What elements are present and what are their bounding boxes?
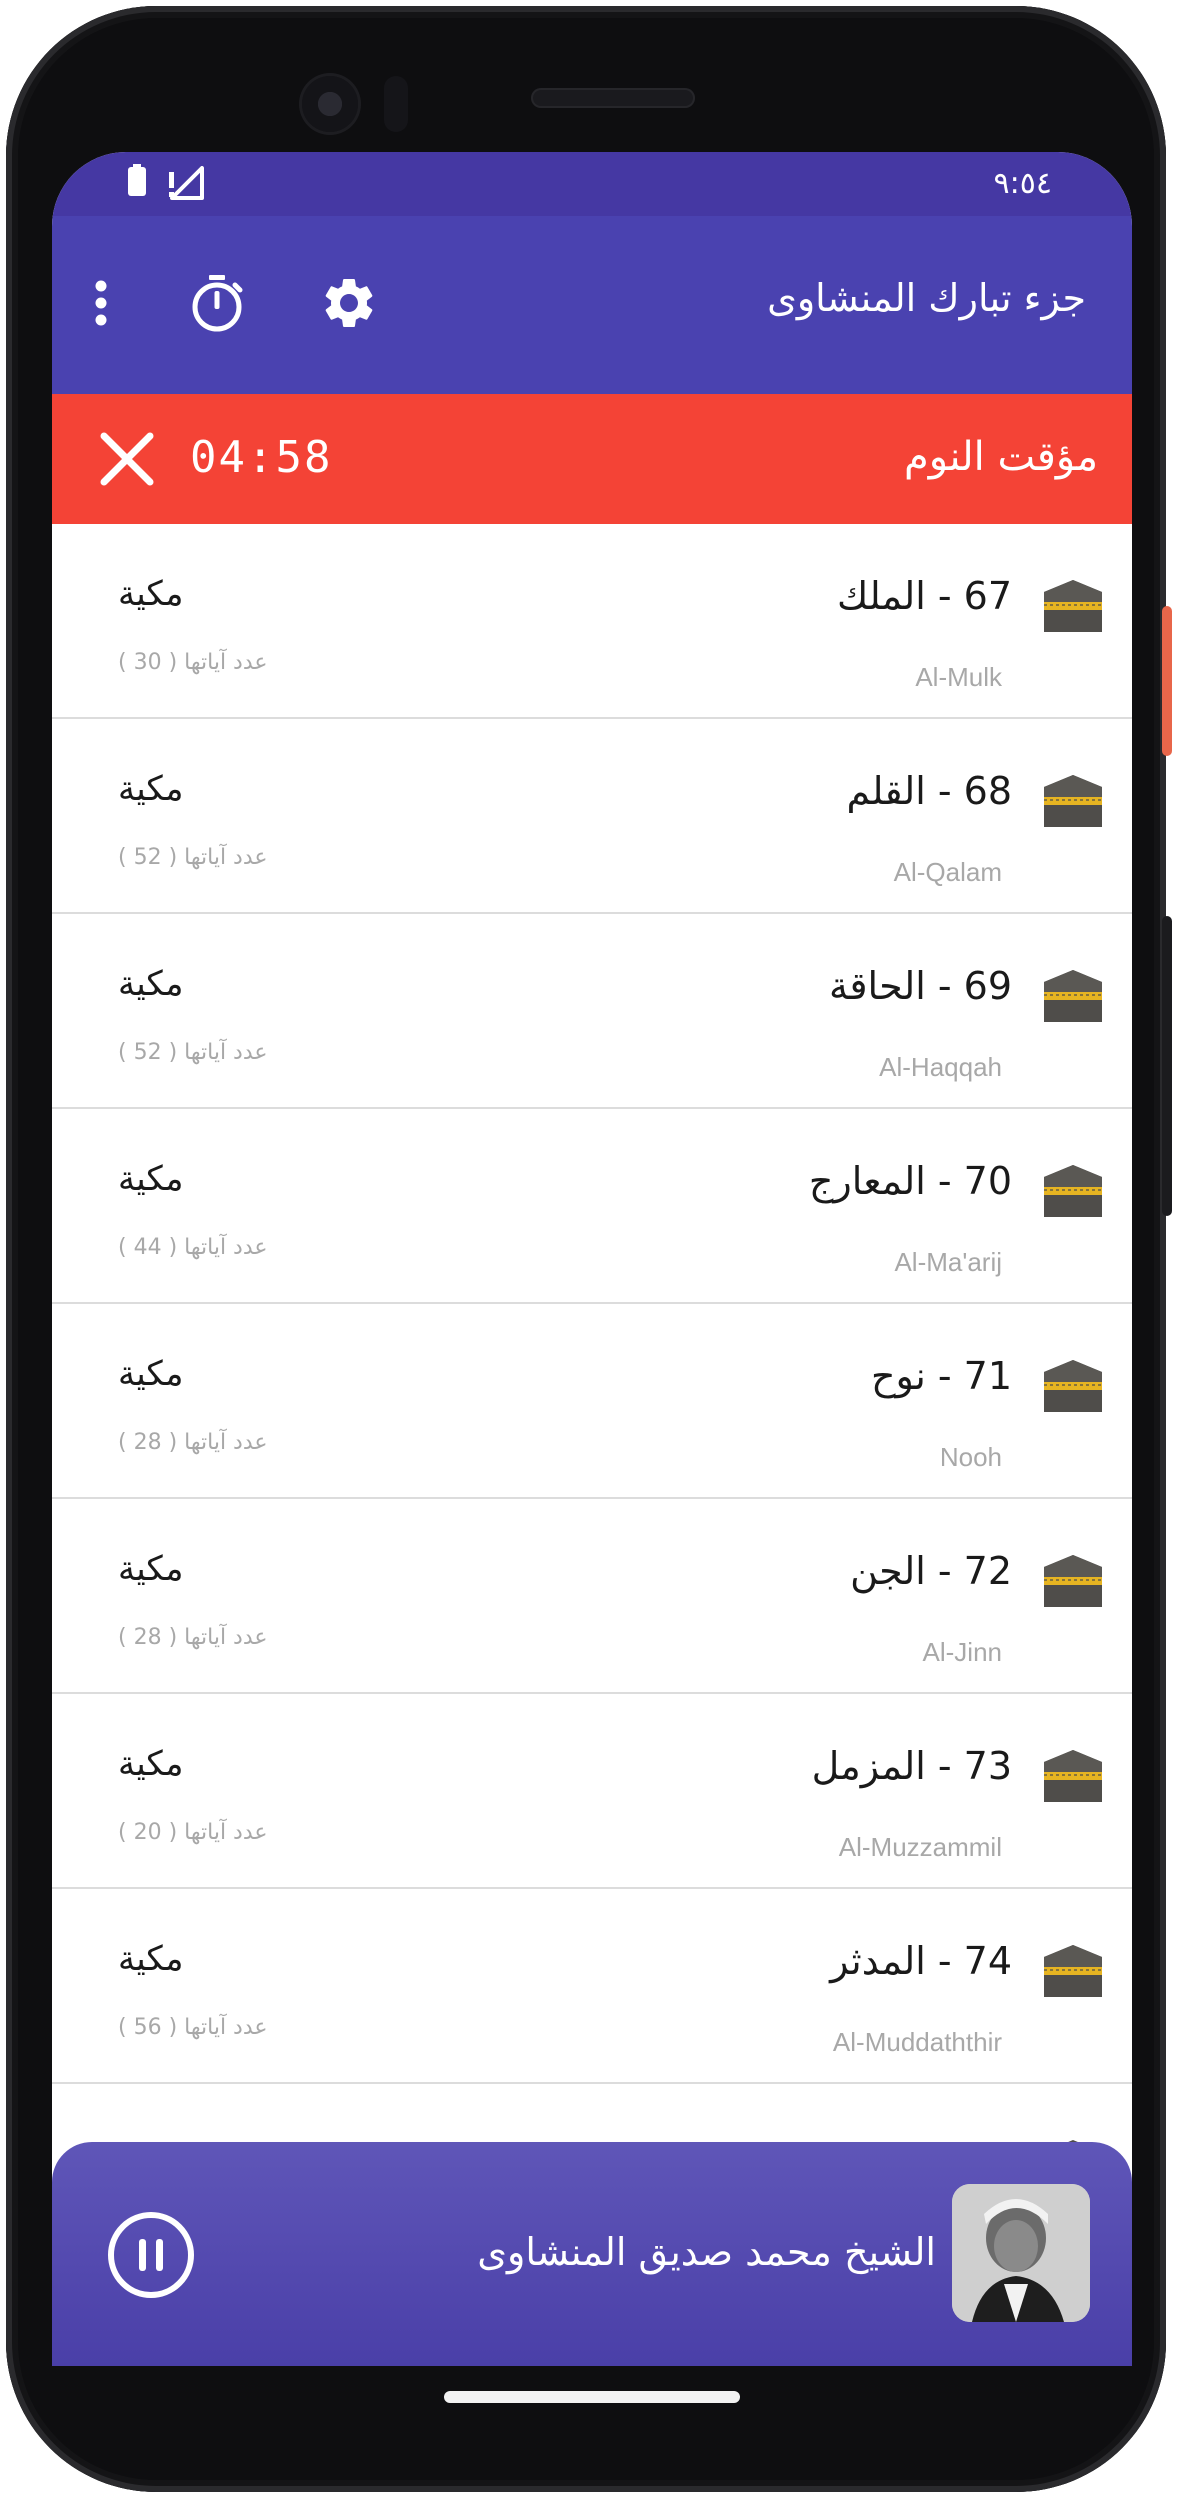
sleep-timer-countdown: 04:58	[190, 432, 333, 483]
app-screen: ٩:٥٤ جزء تبارك المنشاوى 04:58 مؤقت النوم…	[52, 152, 1132, 2366]
proximity-sensor	[384, 76, 408, 132]
reciter-name: الشيخ محمد صديق المنشاوى	[477, 2230, 936, 2274]
surah-ayat-count: عدد آياتها ( 28 )	[118, 1625, 268, 1650]
surah-name: 69 - الحاقة	[828, 964, 1012, 1008]
surah-ayat-count: عدد آياتها ( 52 )	[118, 845, 268, 870]
surah-name: 70 - المعارج	[808, 1159, 1012, 1203]
surah-ayat-count: عدد آياتها ( 56 )	[118, 2015, 268, 2040]
surah-type: مكية	[118, 964, 184, 1004]
audio-player-bar: الشيخ محمد صديق المنشاوى	[52, 2142, 1132, 2366]
surah-name: 74 - المدثر	[830, 1939, 1012, 1983]
surah-english-name: Nooh	[939, 1442, 1002, 1472]
surah-type: مكية	[118, 1159, 184, 1199]
kaaba-icon	[1044, 580, 1102, 632]
no-signal-icon	[169, 166, 204, 200]
timer-icon[interactable]	[180, 266, 254, 340]
surah-ayat-count: عدد آياتها ( 30 )	[118, 650, 268, 675]
reciter-avatar	[952, 2184, 1090, 2322]
surah-name: 72 - الجن	[850, 1549, 1012, 1593]
surah-type: مكية	[118, 1354, 184, 1394]
home-indicator[interactable]	[444, 2391, 740, 2403]
kaaba-icon	[1044, 1555, 1102, 1607]
surah-english-name: Al-Qalam	[893, 857, 1002, 887]
surah-name: 68 - القلم	[846, 769, 1012, 813]
sleep-timer-bar: 04:58 مؤقت النوم	[52, 394, 1132, 524]
battery-icon	[128, 164, 146, 196]
surah-english-name: Al-Haqqah	[879, 1052, 1002, 1082]
surah-ayat-count: عدد آياتها ( 52 )	[118, 1040, 268, 1065]
surah-english-name: Al-Muzzammil	[838, 1832, 1002, 1862]
kaaba-icon	[1044, 1945, 1102, 1997]
surah-ayat-count: عدد آياتها ( 28 )	[118, 1430, 268, 1455]
surah-row[interactable]: 68 - القلم Al-Qalam مكية عدد آياتها ( 52…	[52, 719, 1132, 914]
surah-row[interactable]: 74 - المدثر Al-Muddaththir مكية عدد آيات…	[52, 1889, 1132, 2084]
kaaba-icon	[1044, 1165, 1102, 1217]
surah-english-name: Al-Ma'arij	[894, 1247, 1002, 1277]
surah-ayat-count: عدد آياتها ( 20 )	[118, 1820, 268, 1845]
surah-english-name: Al-Mulk	[915, 662, 1002, 692]
gear-icon[interactable]	[312, 266, 386, 340]
page-title: جزء تبارك المنشاوى	[767, 276, 1086, 320]
surah-type: مكية	[118, 1939, 184, 1979]
kaaba-icon	[1044, 970, 1102, 1022]
surah-english-name: Al-Jinn	[922, 1637, 1002, 1667]
surah-type: مكية	[118, 574, 184, 614]
surah-row[interactable]: 67 - الملك Al-Mulk مكية عدد آياتها ( 30 …	[52, 524, 1132, 719]
surah-row[interactable]: 69 - الحاقة Al-Haqqah مكية عدد آياتها ( …	[52, 914, 1132, 1109]
surah-name: 71 - نوح	[871, 1354, 1012, 1398]
surah-list: 67 - الملك Al-Mulk مكية عدد آياتها ( 30 …	[52, 524, 1132, 2277]
surah-name: 73 - المزمل	[811, 1744, 1012, 1788]
front-camera	[302, 76, 358, 132]
side-button	[1162, 606, 1172, 756]
surah-row[interactable]: 73 - المزمل Al-Muzzammil مكية عدد آياتها…	[52, 1694, 1132, 1889]
surah-name: 67 - الملك	[837, 574, 1012, 618]
kaaba-icon	[1044, 1750, 1102, 1802]
close-icon[interactable]	[98, 430, 156, 488]
volume-button	[1162, 916, 1172, 1216]
status-time: ٩:٥٤	[993, 166, 1052, 201]
surah-row[interactable]: 71 - نوح Nooh مكية عدد آياتها ( 28 )	[52, 1304, 1132, 1499]
surah-ayat-count: عدد آياتها ( 44 )	[118, 1235, 268, 1260]
phone-frame: ٩:٥٤ جزء تبارك المنشاوى 04:58 مؤقت النوم…	[6, 6, 1172, 2492]
app-bar: جزء تبارك المنشاوى	[52, 216, 1132, 394]
more-vert-icon[interactable]	[64, 266, 138, 340]
pause-icon	[139, 2239, 163, 2271]
surah-type: مكية	[118, 769, 184, 809]
surah-english-name: Al-Muddaththir	[832, 2027, 1002, 2057]
surah-type: مكية	[118, 1744, 184, 1784]
kaaba-icon	[1044, 1360, 1102, 1412]
pause-button[interactable]	[108, 2212, 194, 2298]
status-bar: ٩:٥٤	[52, 152, 1132, 216]
surah-row[interactable]: 72 - الجن Al-Jinn مكية عدد آياتها ( 28 )	[52, 1499, 1132, 1694]
surah-row[interactable]: 70 - المعارج Al-Ma'arij مكية عدد آياتها …	[52, 1109, 1132, 1304]
kaaba-icon	[1044, 775, 1102, 827]
surah-type: مكية	[118, 1549, 184, 1589]
earpiece-speaker	[531, 88, 695, 108]
sleep-timer-label: مؤقت النوم	[903, 434, 1098, 480]
